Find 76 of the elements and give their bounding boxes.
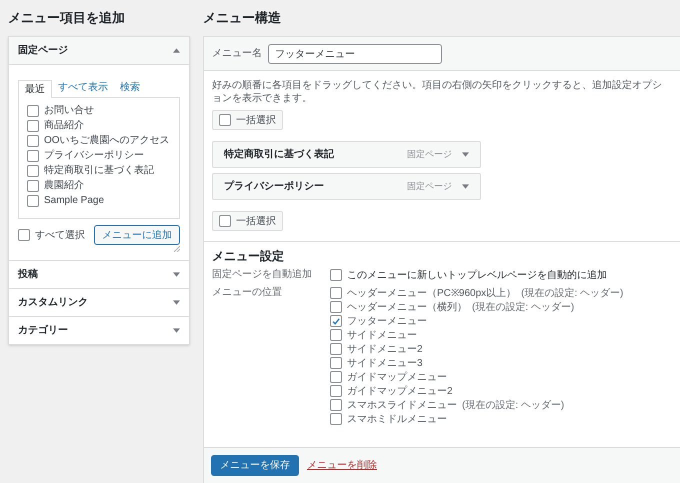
menu-name-field[interactable]: フッターメニュー bbox=[268, 44, 442, 64]
checkbox[interactable] bbox=[27, 120, 39, 132]
checkbox-label: フッターメニュー bbox=[347, 314, 427, 328]
caret-down-icon[interactable] bbox=[173, 272, 180, 277]
checkbox[interactable] bbox=[27, 134, 39, 146]
checkbox-label: すべて選択 bbox=[35, 228, 85, 242]
location-note: (現在の設定: ヘッダー) bbox=[521, 286, 624, 300]
instructions-text: 好みの順番に各項目をドラッグしてください。項目の右側の矢印をクリックすると、追加設定オプションを表示できます。 bbox=[212, 79, 663, 105]
location-note: (現在の設定: ヘッダー) bbox=[472, 300, 574, 314]
caret-down-icon[interactable] bbox=[462, 152, 469, 157]
checkbox[interactable] bbox=[330, 301, 342, 313]
item-type-label: 固定ページ bbox=[407, 148, 452, 161]
checkbox[interactable] bbox=[219, 215, 231, 227]
checkbox[interactable] bbox=[330, 357, 342, 369]
menu-item-bar[interactable]: プライバシーポリシー 固定ページ bbox=[212, 173, 481, 200]
checkbox[interactable] bbox=[27, 194, 39, 206]
section-heading: メニュー項目を追加 bbox=[8, 10, 126, 27]
accordion-header[interactable]: カテゴリー bbox=[9, 316, 189, 344]
checkbox[interactable] bbox=[330, 315, 342, 327]
setting-label: メニューの位置 bbox=[212, 286, 283, 300]
checkbox[interactable] bbox=[330, 385, 342, 397]
save-menu-button[interactable]: メニューを保存 bbox=[211, 455, 299, 476]
page-label: 商品紹介 bbox=[44, 119, 84, 132]
menu-item-title: プライバシーポリシー bbox=[224, 179, 325, 194]
checkbox[interactable] bbox=[330, 413, 342, 425]
accordion-header[interactable]: 投稿 bbox=[9, 260, 189, 288]
checkbox-label: サイドメニュー3 bbox=[347, 356, 423, 370]
checkbox-label: スマホミドルメニュー bbox=[347, 412, 447, 426]
bulk-select-button[interactable]: 一括選択 bbox=[212, 110, 283, 130]
checkbox[interactable] bbox=[330, 371, 342, 383]
checkbox[interactable] bbox=[219, 114, 231, 126]
checkbox[interactable] bbox=[27, 150, 39, 162]
checkbox[interactable] bbox=[27, 164, 39, 176]
accordion-header[interactable]: カスタムリンク bbox=[9, 288, 189, 316]
add-to-menu-button[interactable]: メニューに追加 bbox=[94, 225, 180, 245]
page-label: Sample Page bbox=[44, 194, 104, 207]
checkbox-label: ヘッダーメニュー（PC※960px以上） bbox=[347, 286, 516, 300]
checkbox[interactable] bbox=[27, 104, 39, 116]
caret-up-icon[interactable] bbox=[173, 48, 180, 53]
page-label: プライバシーポリシー bbox=[44, 149, 144, 162]
resize-grip-icon[interactable] bbox=[174, 246, 180, 252]
tab[interactable]: 検索 bbox=[114, 79, 146, 97]
checkbox[interactable] bbox=[330, 343, 342, 355]
caret-down-icon[interactable] bbox=[173, 328, 180, 333]
checkbox-label: スマホスライドメニュー bbox=[347, 398, 457, 412]
checkbox-label: ヘッダーメニュー（横列） bbox=[347, 300, 467, 314]
field-label: メニュー名 bbox=[212, 47, 262, 61]
tab[interactable]: すべて表示 bbox=[52, 79, 114, 97]
caret-down-icon[interactable] bbox=[462, 184, 469, 189]
checkbox-label: サイドメニュー2 bbox=[347, 342, 423, 356]
item-type-label: 固定ページ bbox=[407, 180, 452, 193]
checkbox-label: ガイドマップメニュー2 bbox=[347, 384, 453, 398]
checkbox[interactable] bbox=[330, 329, 342, 341]
setting-label: 固定ページを自動追加 bbox=[212, 268, 313, 282]
checkbox[interactable] bbox=[27, 180, 39, 192]
checkbox[interactable] bbox=[330, 399, 342, 411]
menu-item-title: 特定商取引に基づく表記 bbox=[224, 147, 335, 162]
checkbox[interactable] bbox=[18, 229, 30, 241]
location-note: (現在の設定: ヘッダー) bbox=[462, 398, 564, 412]
checkbox-label: このメニューに新しいトップレベルページを自動的に追加 bbox=[347, 268, 607, 282]
tab[interactable]: 最近 bbox=[18, 80, 52, 98]
checkbox-label: ガイドマップメニュー bbox=[347, 370, 447, 384]
checkbox[interactable] bbox=[330, 287, 342, 299]
section-heading: メニュー構造 bbox=[203, 10, 282, 27]
page-label: OOいちご農園へのアクセス bbox=[44, 134, 170, 147]
page-label: 特定商取引に基づく表記 bbox=[44, 164, 154, 177]
caret-down-icon[interactable] bbox=[173, 300, 180, 305]
settings-heading: メニュー設定 bbox=[212, 249, 285, 264]
bulk-select-button[interactable]: 一括選択 bbox=[212, 211, 283, 231]
menu-item-bar[interactable]: 特定商取引に基づく表記 固定ページ bbox=[212, 141, 481, 168]
accordion-header[interactable]: 固定ページ bbox=[9, 37, 189, 65]
page-label: お問い合せ bbox=[44, 104, 94, 117]
delete-menu-link[interactable]: メニューを削除 bbox=[307, 458, 377, 473]
checkbox-label: サイドメニュー bbox=[347, 328, 417, 342]
checkbox[interactable] bbox=[330, 269, 342, 281]
page-label: 農園紹介 bbox=[44, 179, 84, 192]
